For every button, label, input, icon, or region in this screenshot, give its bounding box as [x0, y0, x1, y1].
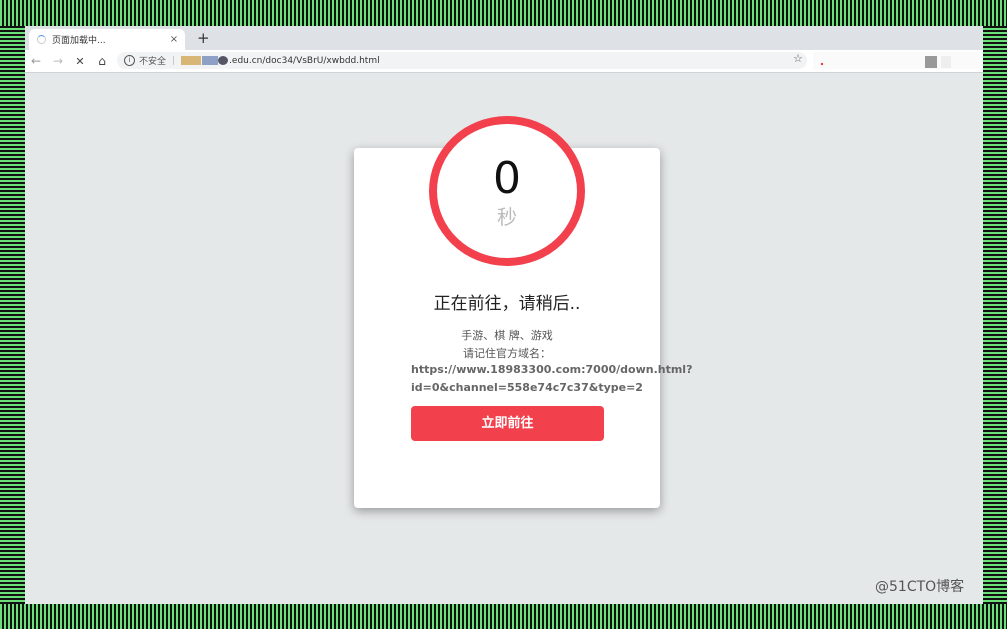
back-arrow-icon[interactable]: ←	[25, 54, 47, 68]
stop-loading-icon[interactable]: ✕	[69, 55, 91, 68]
info-icon[interactable]: i	[124, 55, 135, 66]
extensions-area	[813, 52, 979, 69]
official-domain-url: https://www.18983300.com:7000/down.html?	[411, 363, 693, 376]
redacted-host-part	[181, 56, 202, 65]
extension-icon[interactable]	[941, 56, 951, 68]
remember-domain-label: 请记住官方域名：	[463, 347, 551, 360]
redacted-host-part	[218, 56, 229, 65]
loading-spinner-icon	[37, 35, 46, 44]
tab-loading-page[interactable]: 页面加载中... ×	[29, 29, 185, 50]
decorative-border-bottom	[0, 604, 1007, 629]
official-domain-url-params: id=0&channel=558e74c7c37&type=2	[411, 381, 643, 394]
address-bar[interactable]: i 不安全 | .edu.cn/doc34/VsBrU/xwbdd.html	[117, 52, 807, 69]
tab-strip: 页面加载中... × +	[25, 26, 983, 50]
countdown-unit: 秒	[497, 205, 517, 229]
extension-icon[interactable]	[821, 63, 823, 65]
bookmark-star-icon[interactable]: ☆	[793, 52, 803, 65]
decorative-border-top	[0, 0, 1007, 26]
countdown-ring: 0 秒	[429, 116, 585, 266]
tab-title: 页面加载中...	[52, 36, 106, 46]
redacted-host-part	[202, 56, 219, 65]
redirect-heading: 正在前往，请稍后..	[433, 294, 581, 314]
home-icon[interactable]: ⌂	[91, 54, 113, 68]
browser-toolbar: ← → ✕ ⌂ i 不安全 | .edu.cn/doc34/VsBrU/xwbd…	[25, 50, 983, 73]
url-text: .edu.cn/doc34/VsBrU/xwbdd.html	[229, 55, 380, 66]
new-tab-button[interactable]: +	[197, 30, 210, 46]
address-separator: |	[172, 55, 176, 66]
go-now-button[interactable]: 立即前往	[411, 406, 604, 441]
countdown-value: 0	[493, 153, 521, 204]
not-secure-label: 不安全	[139, 57, 167, 67]
tab-close-icon[interactable]: ×	[167, 34, 181, 45]
browser-window: 页面加载中... × + ← → ✕ ⌂ i 不安全 | .edu.cn/doc…	[25, 26, 983, 604]
categories-text: 手游、棋 牌、游戏	[461, 329, 553, 342]
watermark: @51CTO博客	[875, 579, 965, 595]
extension-icon[interactable]	[925, 56, 937, 68]
forward-arrow-icon[interactable]: →	[47, 54, 69, 68]
